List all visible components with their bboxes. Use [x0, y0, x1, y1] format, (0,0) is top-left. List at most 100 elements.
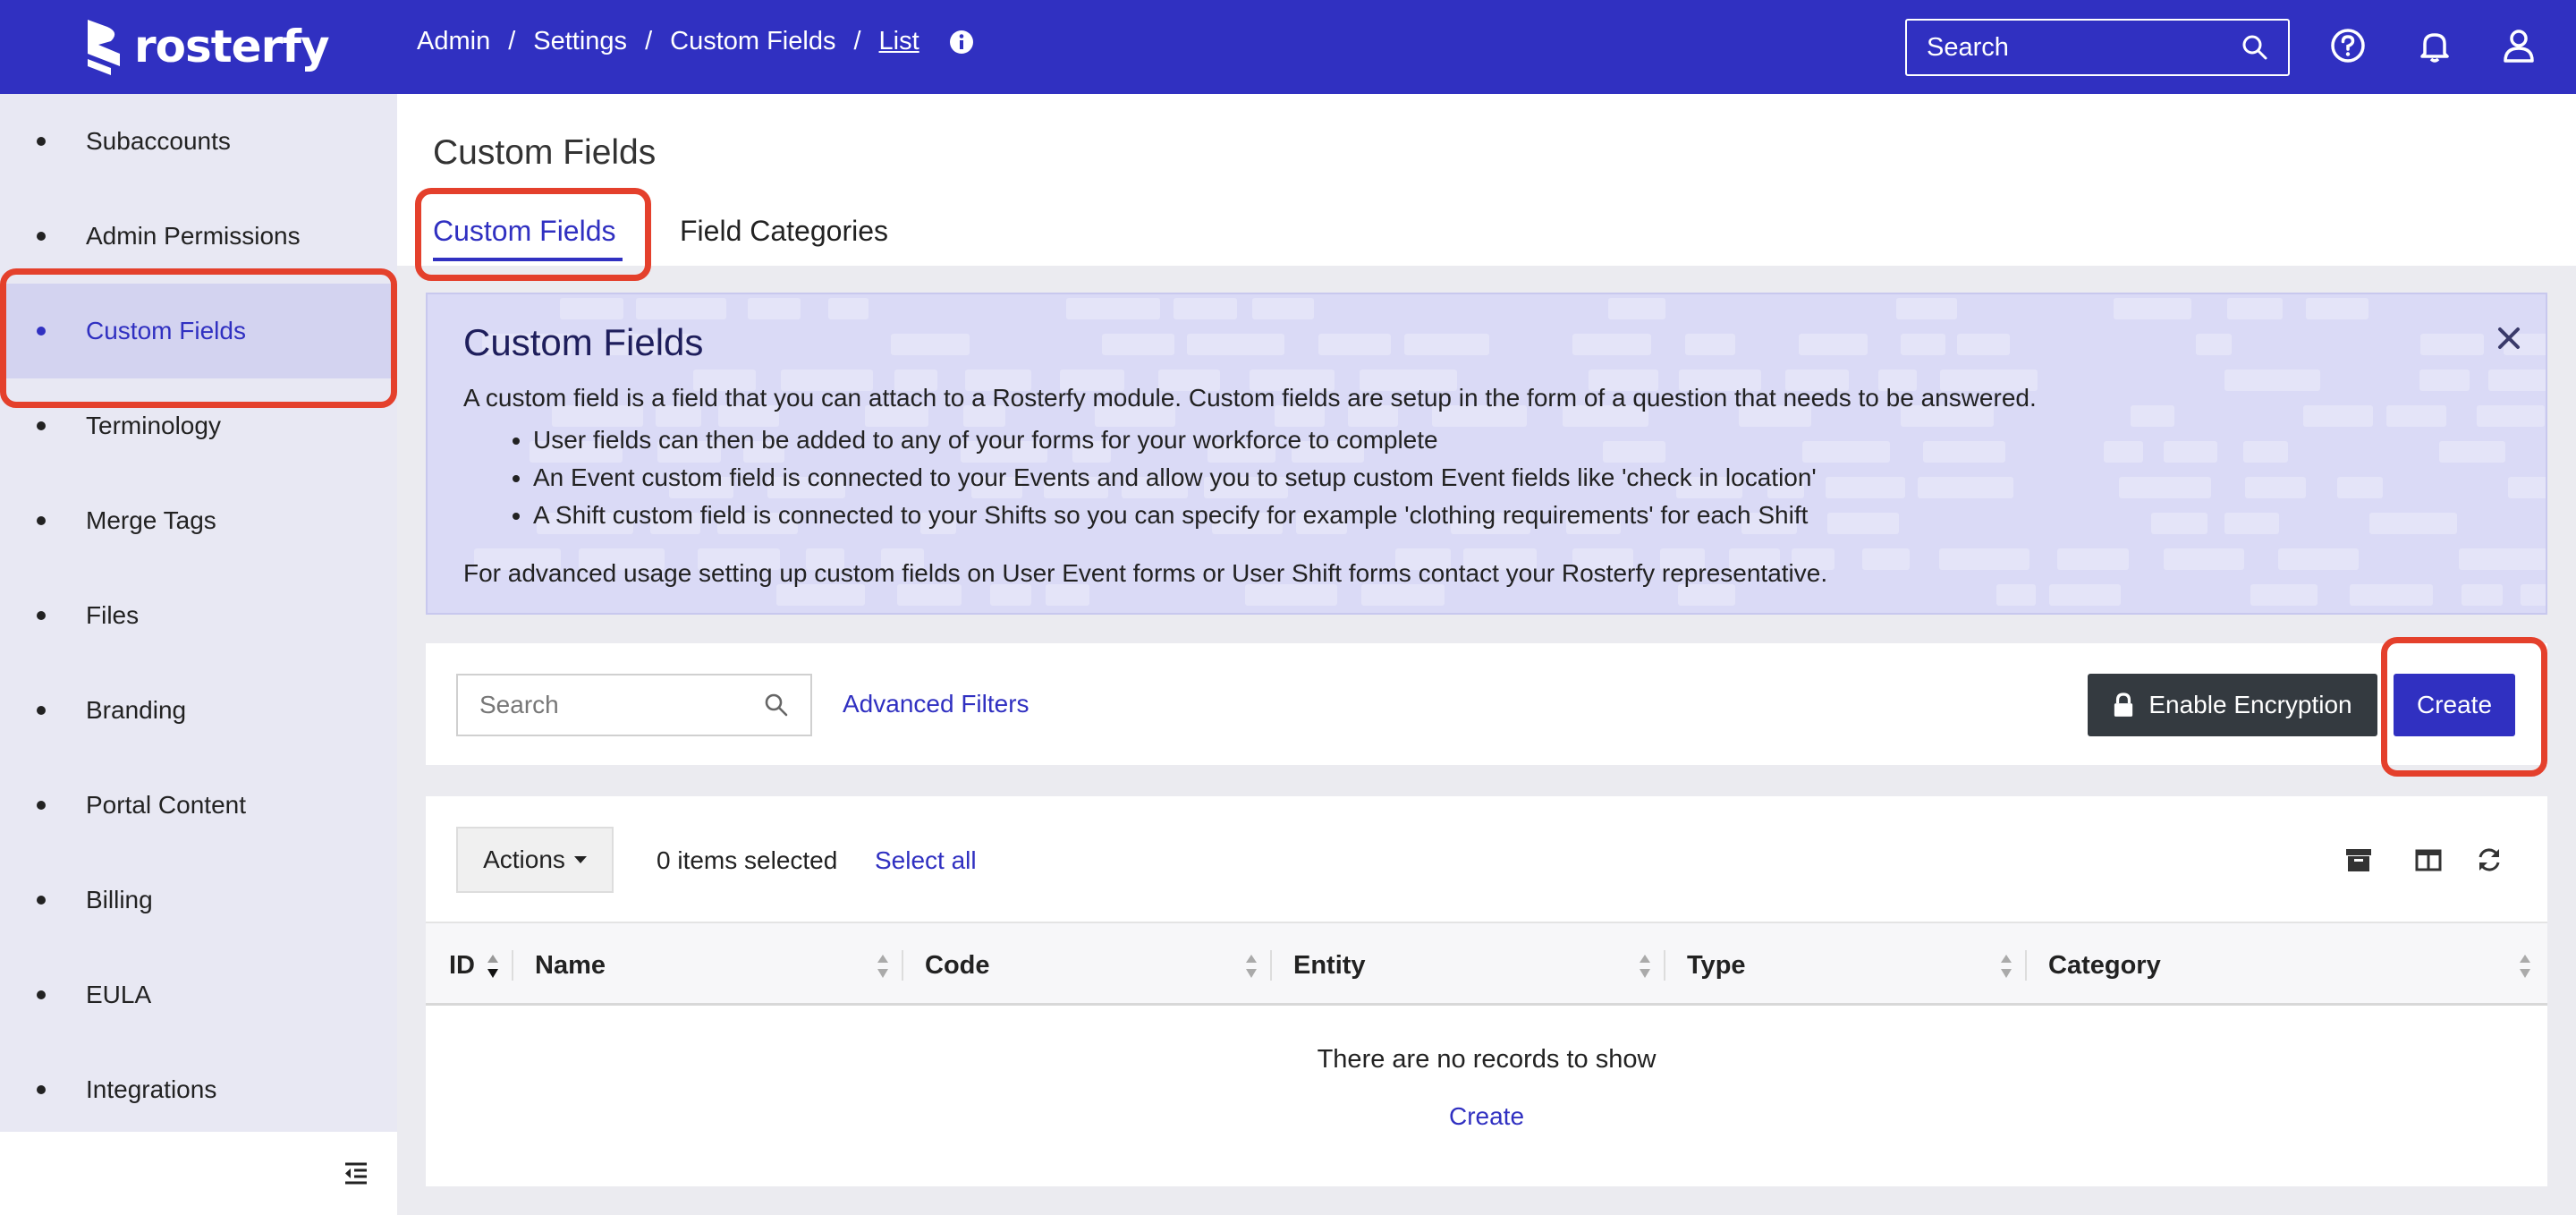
bullet: [37, 1085, 46, 1094]
decorative-block: [2195, 334, 2232, 355]
decorative-block: [1318, 334, 1391, 355]
bullet: [37, 137, 46, 146]
decorative-block: [2224, 513, 2279, 534]
sidebar-item-label: Subaccounts: [86, 127, 231, 155]
column-header-name[interactable]: Name: [535, 923, 606, 1007]
breadcrumb-settings[interactable]: Settings: [533, 27, 627, 56]
bell-icon[interactable]: [2416, 27, 2453, 64]
rosterfy-logo[interactable]: rosterfy: [84, 18, 330, 75]
decorative-block: [2150, 513, 2207, 534]
decorative-block: [1956, 334, 2010, 355]
column-header-code[interactable]: Code: [925, 923, 990, 1007]
sidebar-item-portal-content[interactable]: Portal Content: [0, 758, 397, 853]
decorative-block: [2368, 513, 2457, 534]
column-divider: [2025, 950, 2027, 981]
info-icon[interactable]: [948, 29, 975, 55]
actions-label: Actions: [483, 845, 565, 873]
sort-icon[interactable]: [877, 953, 889, 980]
decorative-block: [1065, 298, 1160, 319]
tab-custom-fields[interactable]: Custom Fields: [433, 215, 616, 248]
decorative-block: [1826, 477, 1906, 498]
column-divider: [512, 950, 513, 981]
empty-state-message: There are no records to show: [1317, 1045, 1657, 1074]
archive-icon[interactable]: [2343, 845, 2374, 875]
sort-icon[interactable]: [2000, 953, 2012, 980]
column-divider: [1664, 950, 1665, 981]
sidebar-item-label: Integrations: [86, 1075, 217, 1103]
advanced-filters-link[interactable]: Advanced Filters: [843, 690, 1030, 718]
column-header-id[interactable]: ID: [449, 923, 475, 1007]
decorative-block: [2164, 441, 2218, 463]
help-icon[interactable]: [2329, 27, 2367, 64]
decorative-block: [2419, 370, 2470, 391]
columns-icon[interactable]: [2413, 845, 2444, 875]
enable-encryption-button[interactable]: Enable Encryption: [2088, 674, 2377, 736]
tab-field-categories[interactable]: Field Categories: [680, 215, 888, 248]
decorative-block: [2303, 405, 2374, 427]
decorative-block: [2350, 584, 2434, 606]
user-icon[interactable]: [2500, 27, 2538, 64]
bullet: [37, 611, 46, 620]
actions-dropdown[interactable]: Actions: [456, 827, 614, 893]
top-navigation-bar: rosterfy Admin / Settings / Custom Field…: [0, 0, 2576, 94]
info-panel-title: Custom Fields: [463, 321, 704, 363]
sidebar-item-integrations[interactable]: Integrations: [0, 1042, 397, 1137]
brand-name: rosterfy: [134, 21, 330, 72]
decorative-block: [1607, 298, 1665, 319]
breadcrumb: Admin / Settings / Custom Fields / List: [417, 27, 975, 56]
sidebar-item-label: Branding: [86, 696, 187, 724]
decorative-block: [2164, 548, 2245, 570]
sidebar-item-subaccounts[interactable]: Subaccounts: [0, 94, 397, 189]
breadcrumb-list[interactable]: List: [879, 27, 919, 56]
column-header-entity[interactable]: Entity: [1293, 923, 1366, 1007]
sidebar-item-merge-tags[interactable]: Merge Tags: [0, 473, 397, 568]
list-search-input[interactable]: Search: [456, 674, 812, 736]
sidebar-item-eula[interactable]: EULA: [0, 947, 397, 1042]
active-tab-indicator: [433, 258, 623, 261]
decorative-block: [1862, 548, 1911, 570]
sort-icon[interactable]: [1639, 953, 1651, 980]
sidebar-item-branding[interactable]: Branding: [0, 663, 397, 758]
decorative-block: [2439, 441, 2506, 463]
column-header-label: Category: [2048, 950, 2161, 980]
collapse-sidebar-icon[interactable]: [342, 1159, 370, 1187]
decorative-block: [747, 298, 801, 319]
decorative-block: [2462, 584, 2504, 606]
sort-desc-icon[interactable]: [487, 953, 499, 980]
breadcrumb-custom-fields[interactable]: Custom Fields: [670, 27, 835, 56]
search-icon[interactable]: [2241, 34, 2268, 61]
column-header-category[interactable]: Category: [2048, 923, 2161, 1007]
sort-icon[interactable]: [2519, 953, 2531, 980]
column-header-type[interactable]: Type: [1687, 923, 1746, 1007]
decorative-block: [2104, 441, 2144, 463]
search-icon[interactable]: [764, 692, 789, 718]
breadcrumb-separator: /: [645, 27, 653, 55]
refresh-icon[interactable]: [2474, 845, 2504, 875]
close-icon[interactable]: [2496, 325, 2522, 352]
empty-state-create-link[interactable]: Create: [426, 1102, 2547, 1131]
create-button[interactable]: Create: [2394, 674, 2515, 736]
decorative-block: [2224, 370, 2320, 391]
breadcrumb-admin[interactable]: Admin: [417, 27, 490, 56]
sidebar-item-label: Billing: [86, 886, 153, 913]
decorative-block: [2419, 334, 2484, 355]
column-header-label: ID: [449, 950, 475, 980]
sidebar-item-terminology[interactable]: Terminology: [0, 378, 397, 473]
sidebar-item-label: Portal Content: [86, 791, 246, 819]
decorative-block: [890, 334, 970, 355]
sidebar-item-files[interactable]: Files: [0, 568, 397, 663]
sidebar-item-label: Terminology: [86, 412, 221, 439]
bullet: [37, 896, 46, 905]
decorative-block: [2305, 298, 2368, 319]
global-search-input[interactable]: Search: [1905, 19, 2290, 76]
decorative-block: [2477, 405, 2546, 427]
sidebar-item-billing[interactable]: Billing: [0, 853, 397, 947]
sidebar-item-admin-permissions[interactable]: Admin Permissions: [0, 189, 397, 284]
select-all-link[interactable]: Select all: [875, 846, 977, 875]
bullet: [37, 706, 46, 715]
sort-icon[interactable]: [1245, 953, 1258, 980]
sidebar-item-custom-fields[interactable]: Custom Fields: [0, 284, 397, 378]
decorative-block: [2119, 477, 2212, 498]
decorative-block: [559, 298, 623, 319]
decorative-block: [1403, 334, 1489, 355]
